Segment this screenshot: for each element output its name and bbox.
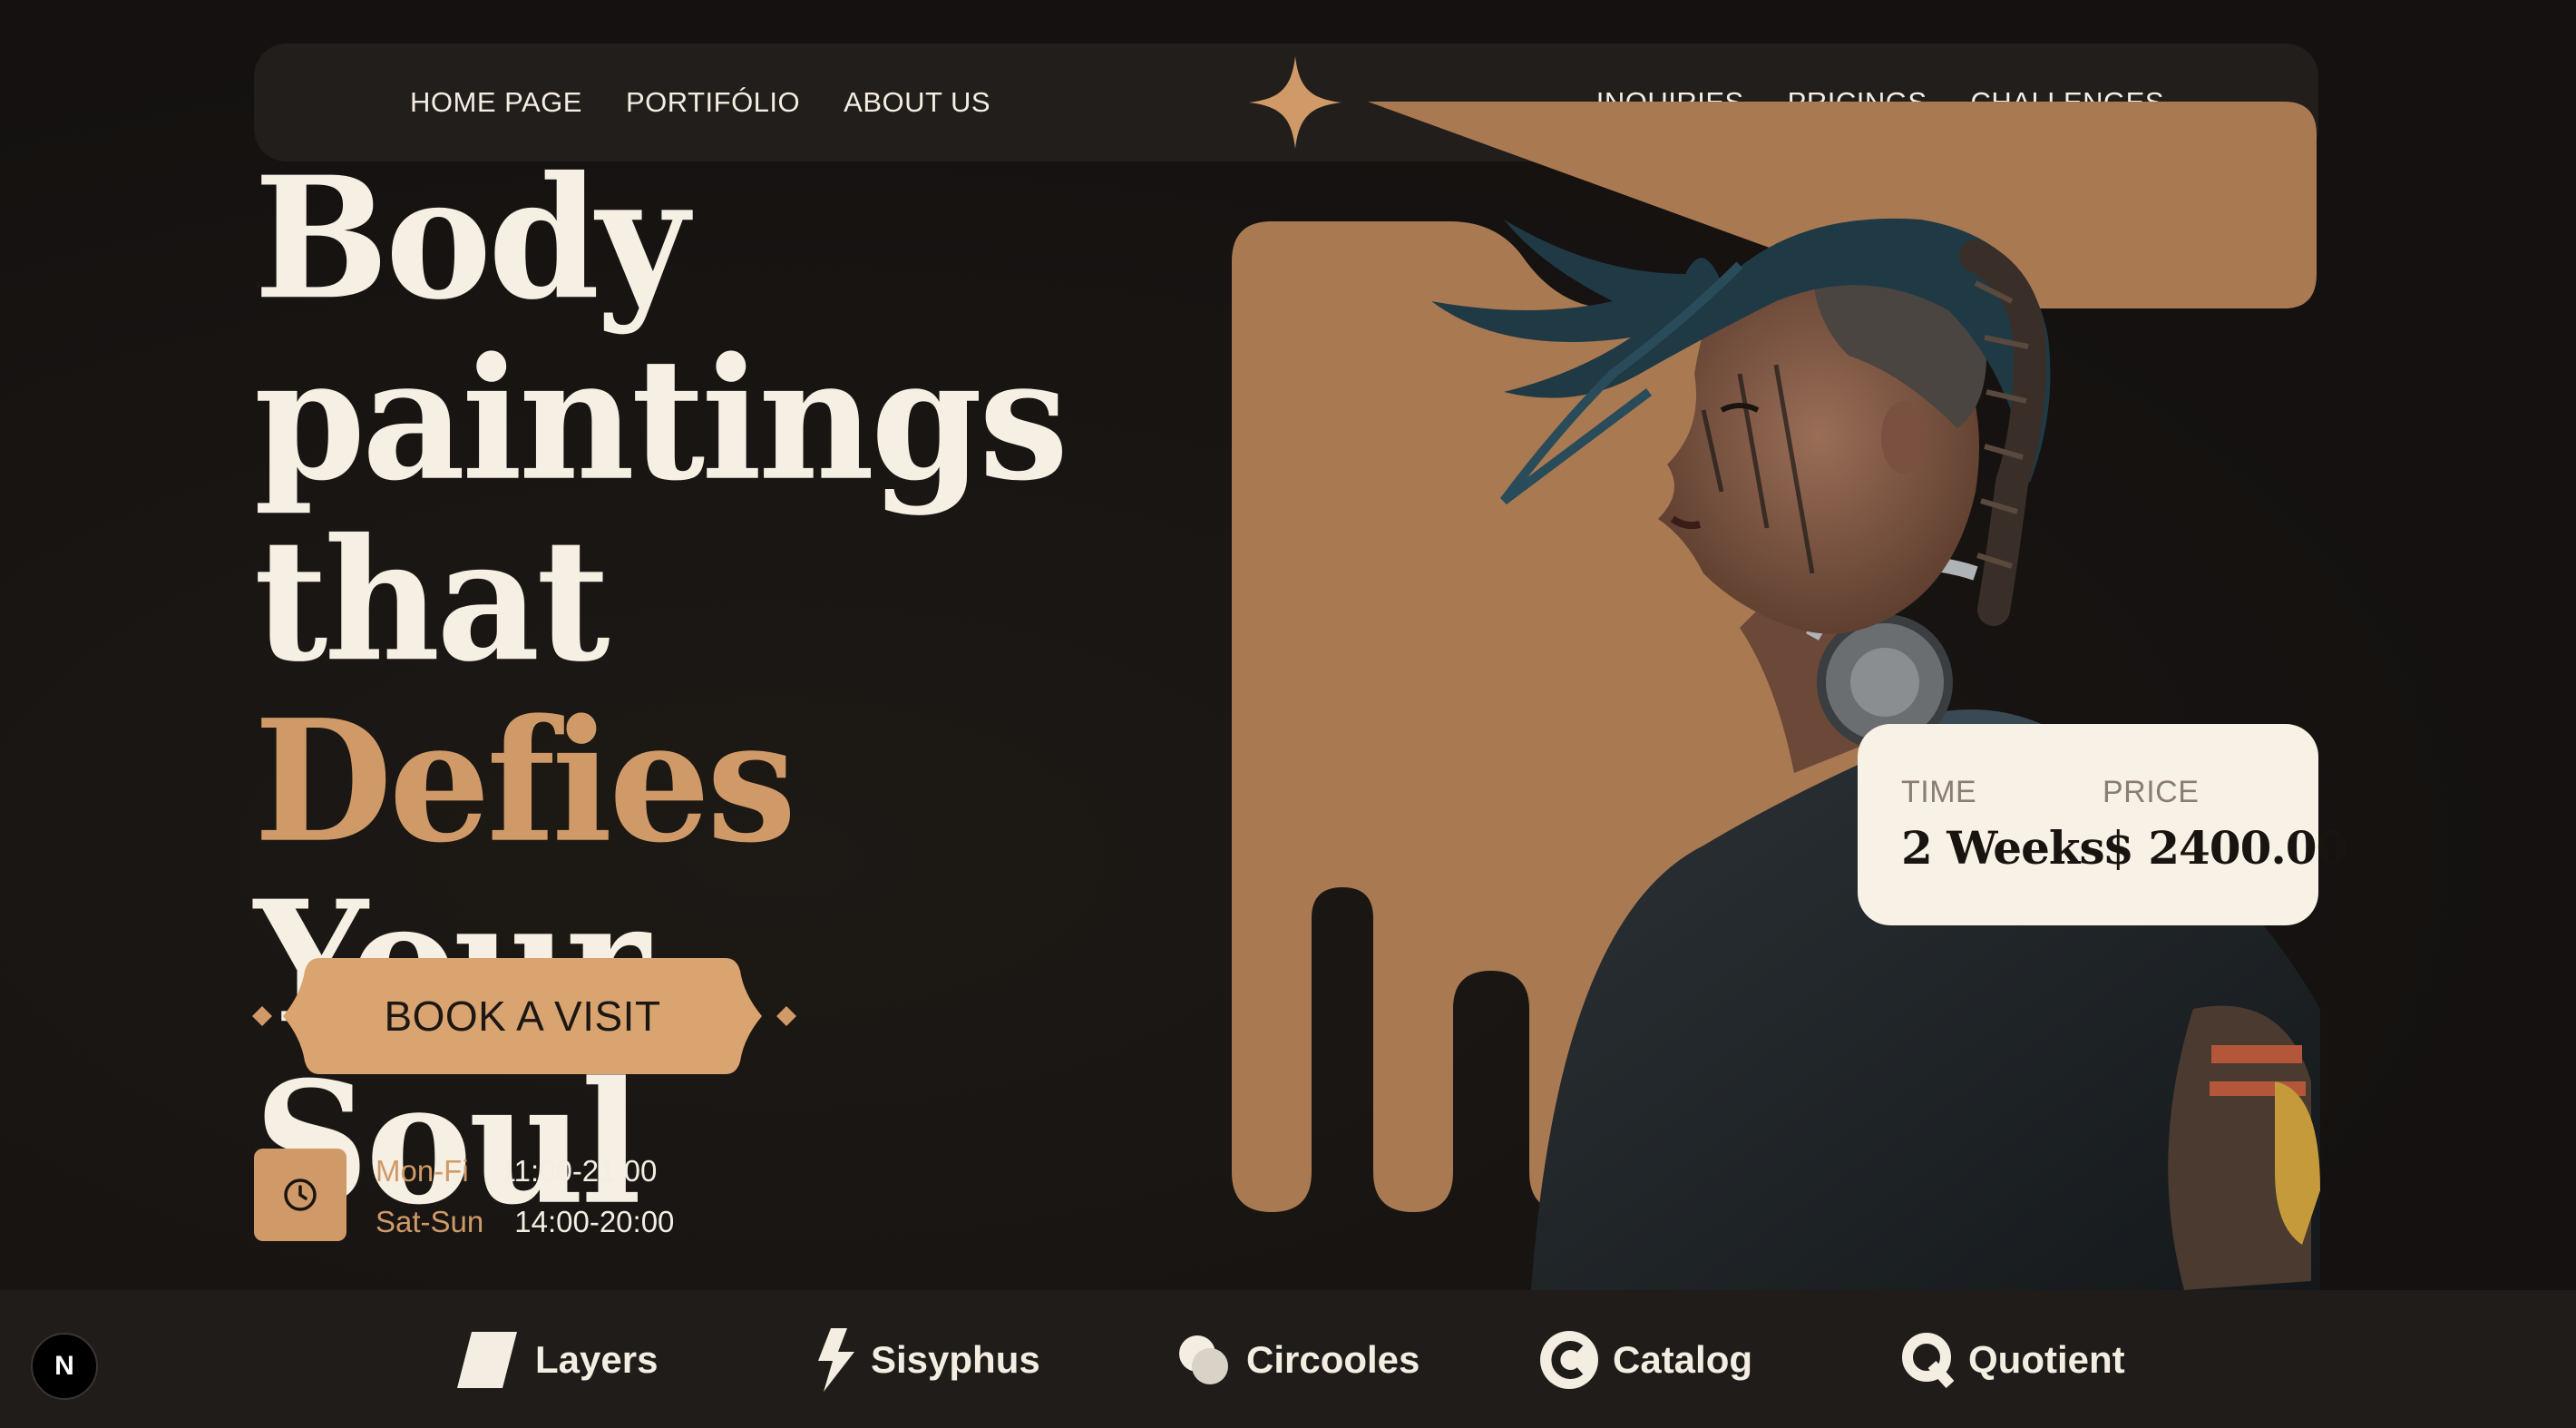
brand-layers-label: Layers [535, 1338, 659, 1381]
circles-logo-icon [1179, 1335, 1228, 1384]
brand-sisyphus-label: Sisyphus [871, 1338, 1040, 1381]
hero-title-line3a: that [254, 502, 610, 699]
diamond-ornament-left-icon [252, 1006, 272, 1026]
brand-circooles-label: Circooles [1246, 1338, 1420, 1381]
hero-title-line1: Body [254, 140, 688, 337]
hours-day: Mon-Fi [376, 1154, 469, 1188]
catalog-logo-icon [1540, 1331, 1598, 1389]
layers-logo-icon [457, 1332, 517, 1388]
hours-time: 11:00-21:00 [499, 1154, 658, 1188]
hours-row-weekend: Sat-Sun 14:00-20:00 [376, 1205, 674, 1239]
price-value: $ 2400.00 [2103, 821, 2347, 875]
time-label: TIME [1901, 775, 1977, 809]
nav-about-us[interactable]: ABOUT US [844, 86, 990, 119]
brand-quotient-label: Quotient [1968, 1338, 2125, 1381]
brand-catalog: Catalog [1540, 1330, 1752, 1390]
time-column: TIME 2 Weeks [1901, 775, 2105, 875]
hero-title-accent-word: Defies [254, 682, 796, 880]
nav-portfolio[interactable]: PORTIFÓLIO [626, 86, 800, 119]
price-column: PRICE $ 2400.00 [2103, 775, 2347, 875]
diamond-ornament-right-icon [776, 1006, 796, 1026]
hero-portrait-illustration [1232, 102, 2320, 1290]
price-card: TIME 2 Weeks PRICE $ 2400.00 [1858, 724, 2347, 925]
book-a-visit-label: BOOK A VISIT [384, 993, 661, 1040]
time-value: 2 Weeks [1901, 821, 2105, 875]
clock-icon [254, 1149, 346, 1241]
hours-time: 14:00-20:00 [514, 1205, 675, 1238]
brand-circooles: Circooles [1176, 1330, 1420, 1390]
quotient-logo-icon [1902, 1333, 1954, 1388]
n-badge-icon[interactable]: N [31, 1333, 98, 1400]
book-a-visit-button[interactable]: BOOK A VISIT [283, 958, 762, 1074]
brand-sisyphus: Sisyphus [815, 1328, 1040, 1392]
brand-catalog-label: Catalog [1613, 1338, 1753, 1381]
hours-row-weekday: Mon-Fi 11:00-21:00 [376, 1154, 657, 1188]
book-button-wrapper: BOOK A VISIT [252, 954, 796, 1078]
price-label: PRICE [2103, 775, 2200, 809]
footer-logos-bar: Layers Sisyphus Circooles Catalog Quotie… [0, 1290, 2576, 1428]
nav-home-page[interactable]: HOME PAGE [410, 86, 582, 119]
hours-day: Sat-Sun [376, 1205, 484, 1238]
lightning-logo-icon [818, 1328, 854, 1392]
brand-quotient: Quotient [1901, 1330, 2125, 1390]
brand-layers: Layers [454, 1330, 658, 1390]
hero-title-line2: paintings [254, 320, 1068, 518]
